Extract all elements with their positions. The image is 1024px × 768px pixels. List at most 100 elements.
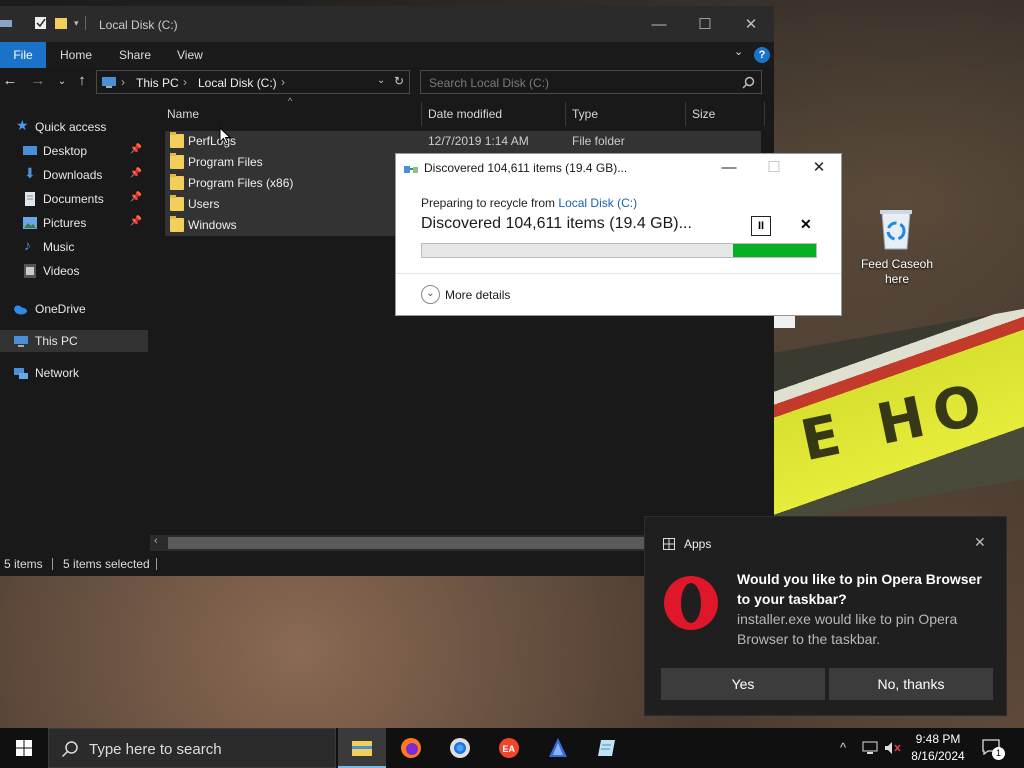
nav-item-quick-access[interactable]: ★ Quick access (0, 116, 148, 138)
more-details-button[interactable]: More details (445, 288, 510, 302)
drive-icon[interactable] (0, 16, 14, 30)
taskbar-search-box[interactable]: Type here to search (48, 728, 336, 768)
scrollbar-thumb[interactable] (168, 537, 648, 549)
nav-item-network[interactable]: Network (0, 362, 148, 384)
notepad-icon (598, 740, 615, 756)
taskbar-file-explorer[interactable] (338, 728, 386, 768)
tab-view[interactable]: View (177, 42, 203, 68)
help-icon[interactable]: ? (754, 47, 770, 63)
column-size[interactable]: Size (692, 107, 715, 121)
search-placeholder: Search Local Disk (C:) (429, 76, 550, 90)
videos-icon (24, 264, 36, 278)
column-separator[interactable] (565, 102, 566, 126)
folder-icon (170, 216, 184, 232)
folder-icon (170, 174, 184, 190)
properties-icon[interactable] (34, 16, 48, 30)
column-date-modified[interactable]: Date modified (428, 107, 502, 121)
nav-item-downloads[interactable]: ⬇ Downloads 📌 (0, 164, 148, 186)
network-status-icon[interactable] (862, 741, 878, 755)
clock-time[interactable]: 9:48 PM (908, 732, 968, 746)
source-link[interactable]: Local Disk (C:) (558, 196, 637, 210)
expand-ribbon-icon[interactable]: ⌄ (734, 45, 743, 58)
search-icon[interactable] (742, 76, 755, 89)
address-dropdown-icon[interactable]: ⌄ (377, 75, 385, 86)
column-name[interactable]: Name (167, 107, 199, 121)
tab-share[interactable]: Share (119, 42, 151, 68)
tab-home[interactable]: Home (60, 42, 92, 68)
pin-icon[interactable]: 📌 (130, 144, 142, 155)
subtitle-text: Preparing to recycle from (421, 196, 559, 210)
breadcrumb-chevron-icon[interactable]: › (281, 75, 285, 89)
dialog-close-button[interactable]: ✕ (796, 154, 842, 182)
nav-item-pictures[interactable]: Pictures 📌 (0, 212, 148, 234)
volume-muted-icon[interactable] (884, 741, 902, 755)
taskbar-firefox[interactable] (387, 728, 435, 768)
address-bar[interactable]: › This PC › Local Disk (C:) › ⌄ ↻ (96, 70, 410, 94)
close-button[interactable]: ✕ (728, 6, 774, 44)
column-separator[interactable] (685, 102, 686, 126)
forward-arrow-icon[interactable]: → (28, 72, 48, 89)
title-bar[interactable]: ▾ Local Disk (C:) — ☐ ✕ (0, 6, 774, 44)
tab-file[interactable]: File (0, 42, 46, 68)
this-pc-icon (14, 336, 28, 347)
back-arrow-icon[interactable]: ← (0, 72, 20, 89)
windows-logo-icon (16, 740, 32, 756)
nav-item-desktop[interactable]: Desktop 📌 (0, 140, 148, 162)
nav-label: Downloads (43, 168, 103, 182)
cancel-operation-button[interactable]: ✕ (800, 216, 812, 233)
pin-icon[interactable]: 📌 (130, 216, 142, 227)
pin-icon[interactable]: 📌 (130, 192, 142, 203)
taskbar-chrome[interactable] (436, 728, 484, 768)
recycle-bin-icon[interactable] (874, 205, 918, 251)
window-edge (774, 314, 795, 328)
column-type[interactable]: Type (572, 107, 598, 121)
toast-close-icon[interactable]: ✕ (974, 534, 986, 551)
recycle-bin-label[interactable]: Feed Caseoh here (850, 257, 944, 287)
ea-icon: EA (499, 738, 519, 758)
refresh-icon[interactable]: ↻ (394, 74, 404, 88)
breadcrumb-this-pc[interactable]: This PC (136, 76, 179, 90)
music-icon: ♪ (24, 237, 31, 253)
taskbar-app[interactable] (534, 728, 582, 768)
scroll-left-icon[interactable]: ‹ (154, 535, 158, 547)
pin-icon[interactable]: 📌 (130, 168, 142, 179)
progress-bar (421, 243, 817, 258)
customize-toolbar-icon[interactable]: ▾ (74, 18, 79, 29)
nav-item-music[interactable]: ♪ Music (0, 236, 148, 258)
taskbar: Type here to search EA ^ 9:48 PM 8/16/20… (0, 728, 1024, 768)
up-arrow-icon[interactable]: ↑ (72, 72, 92, 89)
nav-item-videos[interactable]: Videos (0, 260, 148, 282)
column-headers: ^ Name Date modified Type Size (160, 96, 766, 126)
minimize-button[interactable]: — (636, 6, 682, 44)
recent-locations-icon[interactable]: ⌄ (52, 76, 72, 87)
column-separator[interactable] (421, 102, 422, 126)
dialog-status: Discovered 104,611 items (19.4 GB)... (421, 215, 692, 232)
nav-label: OneDrive (35, 302, 86, 316)
maximize-button[interactable]: ☐ (682, 6, 728, 44)
file-row[interactable]: PerfLogs 12/7/2019 1:14 AM File folder (165, 131, 761, 152)
new-folder-icon[interactable] (54, 16, 68, 30)
notification-toast: Apps ✕ Would you like to pin Opera Brows… (644, 516, 1007, 716)
pause-button[interactable]: II (751, 216, 771, 236)
dialog-minimize-button[interactable]: — (706, 154, 752, 182)
search-input[interactable]: Search Local Disk (C:) (420, 70, 762, 94)
no-thanks-button[interactable]: No, thanks (829, 668, 993, 700)
breadcrumb-local-disk[interactable]: Local Disk (C:) (198, 76, 277, 90)
start-button[interactable] (0, 728, 48, 768)
nav-item-documents[interactable]: Documents 📌 (0, 188, 148, 210)
nav-label: This PC (35, 334, 78, 348)
nav-item-onedrive[interactable]: OneDrive (0, 298, 148, 320)
window-title: Local Disk (C:) (99, 18, 178, 32)
taskbar-ea-app[interactable]: EA (485, 728, 533, 768)
taskbar-notepad[interactable] (583, 728, 631, 768)
svg-text:EA: EA (503, 744, 516, 754)
nav-item-this-pc[interactable]: This PC (0, 330, 148, 352)
clock-date[interactable]: 8/16/2024 (908, 749, 968, 763)
selected-count: 5 items selected (63, 557, 150, 571)
yes-button[interactable]: Yes (661, 668, 825, 700)
desktop-icon (23, 146, 37, 155)
column-separator[interactable] (764, 102, 765, 126)
action-center-button[interactable]: 1 (976, 736, 1012, 760)
show-hidden-icons-chevron-icon[interactable]: ^ (840, 740, 846, 755)
chevron-down-icon[interactable]: ⌄ (421, 285, 440, 304)
